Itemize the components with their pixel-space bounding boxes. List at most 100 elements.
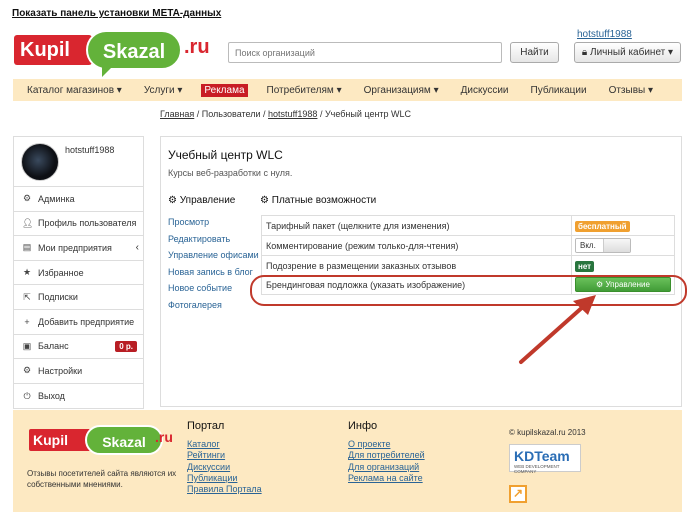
caret-down-icon: ▾ — [336, 84, 342, 96]
logo-skazal: Skazal — [85, 425, 163, 455]
kdteam-subtitle: WEB DEVELOPMENT COMPANY — [514, 464, 560, 474]
manage-link-gallery[interactable]: Фотогалерея — [168, 300, 259, 310]
nav-item-discussions[interactable]: Дискуссии — [450, 85, 520, 96]
kdteam-name: KDTeam — [514, 448, 570, 464]
sidebar-item-logout[interactable]: ⏻ Выход — [14, 384, 143, 409]
sidebar-item-settings[interactable]: ⚙ Настройки — [14, 359, 143, 384]
footer-logo[interactable]: Kupil Skazal .ru — [29, 424, 173, 462]
comments-toggle[interactable]: Вкл. — [575, 238, 631, 253]
sidebar-item-balance[interactable]: ▣ Баланс 0 р. — [14, 335, 143, 360]
feature-value-cell: бесплатный — [571, 215, 675, 236]
sidebar-item-profile[interactable]: 👤︎ Профиль пользователя — [14, 212, 143, 237]
caret-down-icon: ▾ — [648, 84, 654, 96]
header-username-link[interactable]: hotstuff1988 — [577, 29, 632, 40]
gear-icon: ⚙ — [260, 195, 269, 206]
sidebar-item-admin[interactable]: ⚙ Админка — [14, 187, 143, 212]
profile-block: hotstuff1988 — [14, 137, 143, 187]
table-row: Тарифный пакет (щелкните для изменения) … — [261, 215, 675, 236]
sidebar-item-my-companies[interactable]: ▤ Мои предприятия ‹ — [14, 236, 143, 261]
footer-link-rules[interactable]: Правила Портала — [187, 484, 262, 495]
sidebar-item-label: Подписки — [38, 292, 78, 303]
nav-item-advertising[interactable]: Реклама — [201, 83, 248, 97]
breadcrumb-users: Пользователи — [201, 109, 261, 119]
footer-info-column: Инфо О проекте Для потребителей Для орга… — [348, 420, 425, 484]
nav-item-label: Каталог магазинов — [27, 84, 115, 96]
external-link-icon[interactable]: ↗ — [509, 485, 527, 503]
nav-item-organizations[interactable]: Организациям ▾ — [353, 85, 450, 96]
manage-heading-label: Управление — [179, 195, 236, 206]
table-row: Брендинговая подложка (указать изображен… — [261, 275, 675, 295]
sidebar-item-favorites[interactable]: ★ Избранное — [14, 261, 143, 286]
paid-features-heading: ⚙ Платные возможности — [260, 195, 376, 206]
breadcrumb-user[interactable]: hotstuff1988 — [268, 109, 317, 119]
footer-info-title: Инфо — [348, 420, 378, 432]
sidebar-item-add-company[interactable]: + Добавить предприятие — [14, 310, 143, 335]
plus-icon: + — [24, 316, 30, 327]
search-button[interactable]: Найти — [510, 42, 559, 63]
branding-manage-button[interactable]: ⚙ Управление — [575, 277, 671, 293]
logo-kupil: Kupil — [29, 429, 91, 451]
breadcrumb-current: Учебный центр WLC — [324, 109, 412, 119]
external-link-icon: ⇱ — [23, 291, 31, 302]
manage-link-view[interactable]: Просмотр — [168, 217, 259, 227]
footer-link-advertising[interactable]: Реклама на сайте — [348, 473, 425, 484]
footer-link-organizations[interactable]: Для организаций — [348, 462, 425, 473]
nav-item-reviews[interactable]: Отзывы ▾ — [598, 85, 664, 96]
footer-link-ratings[interactable]: Рейтинги — [187, 450, 262, 461]
sidebar-item-label: Избранное — [38, 267, 84, 278]
footer-link-consumers[interactable]: Для потребителей — [348, 450, 425, 461]
logo-ru: .ru — [184, 36, 210, 58]
manage-button-label: Управление — [605, 280, 650, 290]
logo-ru: .ru — [155, 429, 173, 445]
manage-link-new-event[interactable]: Новое событие — [168, 283, 259, 293]
footer: Kupil Skazal .ru Отзывы посетителей сайт… — [13, 410, 682, 512]
star-icon: ★ — [22, 267, 32, 278]
page-subtitle: Курсы веб-разработки с нуля. — [168, 168, 293, 178]
nav-item-catalog[interactable]: Каталог магазинов ▾ — [13, 85, 133, 96]
cogs-icon: ⚙ — [22, 365, 32, 376]
manage-link-offices[interactable]: Управление офисами — [168, 250, 259, 260]
manage-heading: ⚙ Управление — [168, 195, 235, 206]
logout-icon: ⏻ — [23, 390, 31, 401]
sidebar: hotstuff1988 ⚙ Админка 👤︎ Профиль пользова… — [13, 136, 144, 410]
kdteam-logo[interactable]: KDTeam WEB DEVELOPMENT COMPANY — [509, 444, 581, 474]
caret-down-icon: ▾ — [433, 84, 439, 96]
toggle-knob — [603, 239, 630, 252]
footer-link-discussions[interactable]: Дискуссии — [187, 462, 262, 473]
meta-panel-link[interactable]: Показать панель установки META-данных — [12, 8, 221, 19]
feature-value-cell: нет — [571, 255, 675, 276]
nav-item-services[interactable]: Услуги ▾ — [133, 85, 194, 96]
table-row: Комментирование (режим только-для-чтения… — [261, 235, 675, 256]
paid-features-label: Платные возможности — [271, 195, 377, 206]
copyright: © kupilskazal.ru 2013 — [509, 428, 586, 437]
personal-cabinet-button[interactable]: 🔒︎ Личный кабинет ▾ — [574, 42, 681, 63]
manage-link-edit[interactable]: Редактировать — [168, 234, 259, 244]
avatar[interactable] — [21, 143, 59, 181]
search-input[interactable] — [228, 42, 502, 63]
manage-link-blog-post[interactable]: Новая запись в блог — [168, 267, 259, 277]
nav-item-publications[interactable]: Публикации — [520, 85, 598, 96]
nav-item-consumers[interactable]: Потребителям ▾ — [256, 85, 353, 96]
breadcrumb-separator: / — [317, 109, 325, 119]
suspicion-badge: нет — [575, 260, 595, 272]
manage-links: Просмотр Редактировать Управление офисам… — [168, 217, 259, 316]
footer-portal-column: Портал Каталог Рейтинги Дискуссии Публик… — [187, 420, 262, 495]
footer-link-about[interactable]: О проекте — [348, 439, 425, 450]
sidebar-item-label: Админка — [38, 193, 75, 204]
sidebar-item-label: Добавить предприятие — [38, 316, 135, 327]
tariff-badge[interactable]: бесплатный — [575, 220, 630, 232]
main-nav: Каталог магазинов ▾ Услуги ▾ Реклама Пот… — [13, 79, 682, 101]
nav-item-label: Потребителям — [266, 84, 334, 96]
profile-name[interactable]: hotstuff1988 — [65, 145, 114, 155]
sidebar-item-label: Мои предприятия — [38, 242, 112, 253]
footer-portal-title: Портал — [187, 420, 225, 432]
feature-label: Подозрение в размещении заказных отзывов — [261, 255, 572, 276]
sidebar-item-label: Настройки — [38, 365, 83, 376]
footer-link-catalog[interactable]: Каталог — [187, 439, 262, 450]
site-logo[interactable]: Kupil Skazal .ru — [14, 26, 214, 78]
sidebar-item-subscriptions[interactable]: ⇱ Подписки — [14, 285, 143, 310]
main-content: Учебный центр WLC Курсы веб-разработки с… — [160, 136, 682, 407]
feature-label: Комментирование (режим только-для-чтения… — [261, 235, 572, 256]
footer-link-publications[interactable]: Публикации — [187, 473, 262, 484]
breadcrumb-home[interactable]: Главная — [160, 109, 194, 119]
